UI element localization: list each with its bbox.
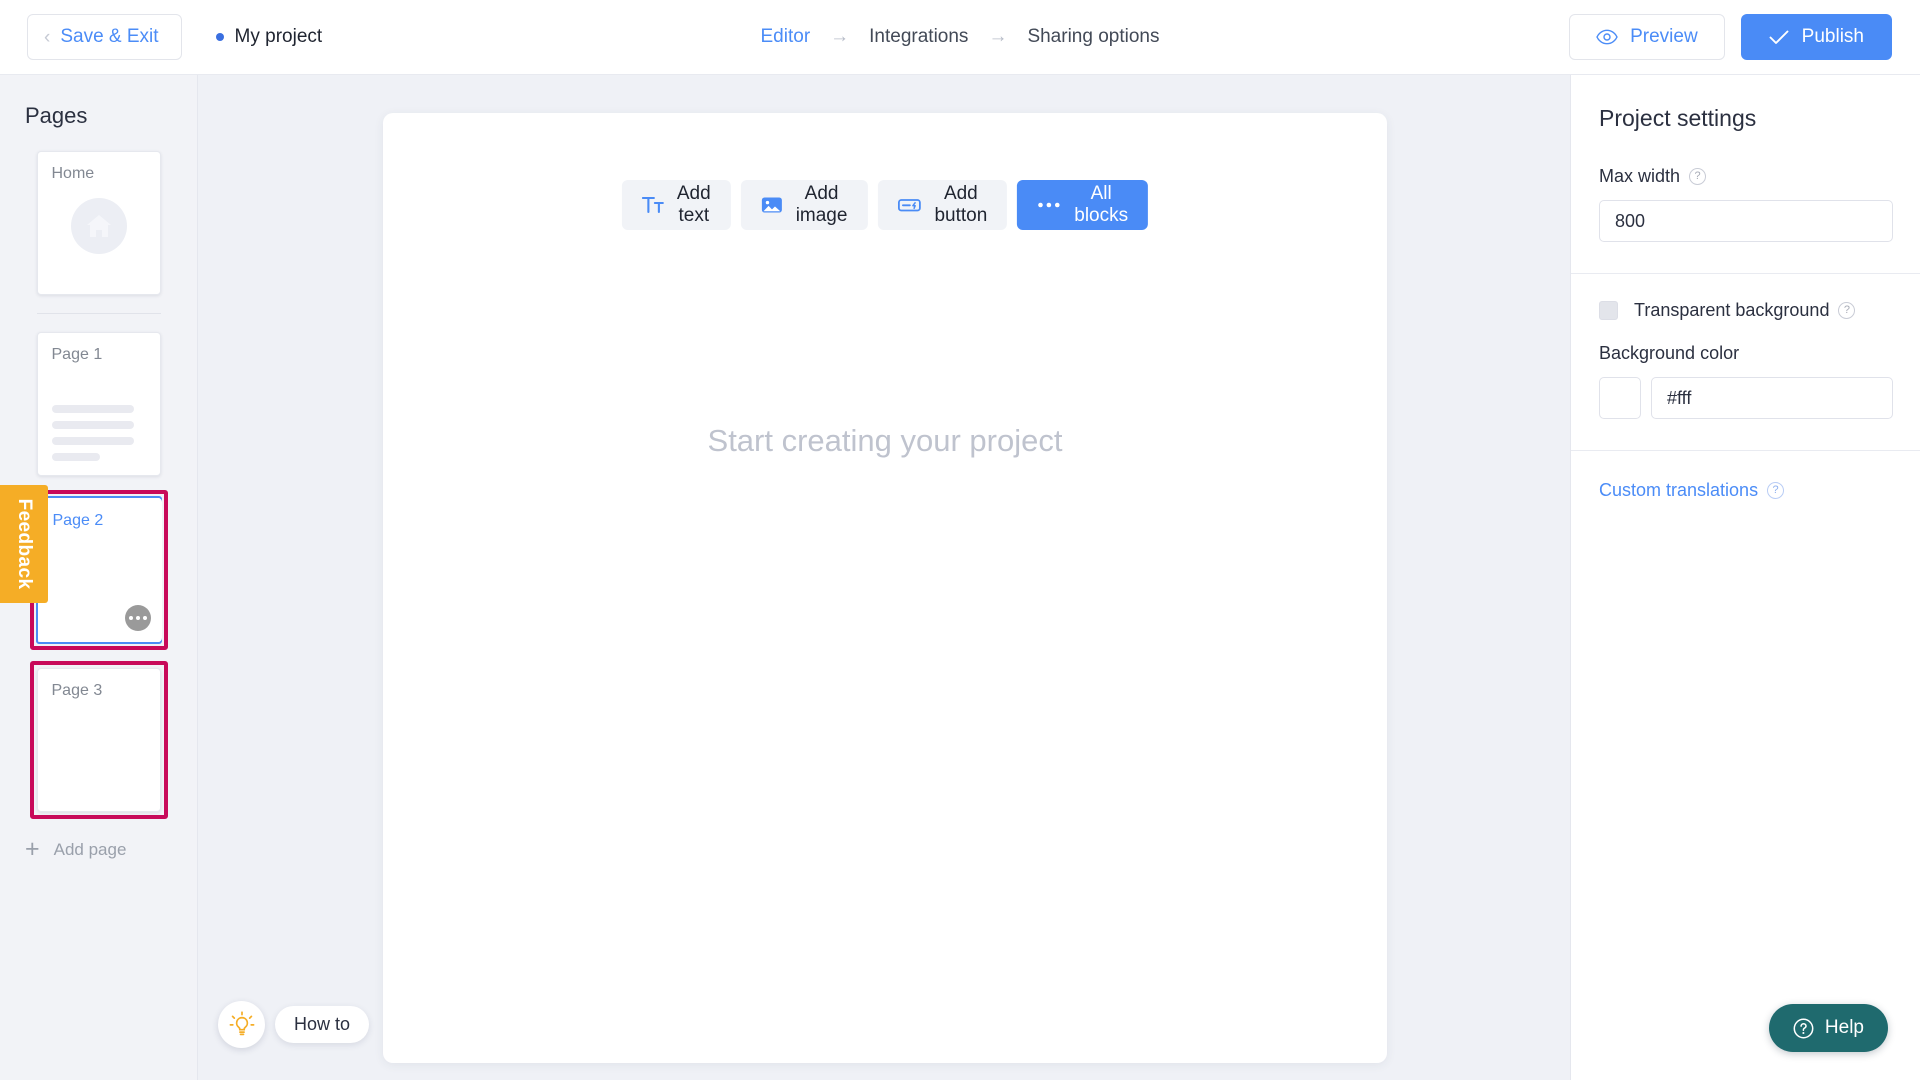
add-button-label: Add button: [934, 183, 988, 226]
transparent-background-label-wrap: Transparent background ?: [1634, 300, 1856, 321]
save-and-exit-button[interactable]: ‹ Save & Exit: [27, 14, 182, 60]
preview-button[interactable]: Preview: [1569, 14, 1725, 60]
max-width-question-mark-icon[interactable]: ?: [1689, 168, 1707, 185]
editor-area: Add text Add image Add button All blocks…: [198, 75, 1570, 1080]
add-page-button[interactable]: + Add page: [25, 837, 197, 862]
add-text-icon: [641, 196, 664, 214]
page-highlight-frame-page-3: Page 3: [29, 661, 168, 819]
eye-icon: [1596, 29, 1618, 45]
top-bar-actions: Preview Publish: [1569, 14, 1892, 60]
add-text-button[interactable]: Add text: [621, 180, 731, 230]
custom-translations-link[interactable]: Custom translations ?: [1599, 480, 1920, 501]
status-dot-icon: [215, 33, 224, 41]
help-circle-icon: [1793, 1018, 1814, 1039]
project-title[interactable]: My project: [215, 26, 323, 48]
page-card-wrap-page-1: Page 1: [36, 332, 161, 476]
check-icon: [1769, 30, 1789, 45]
ellipsis-icon: [1037, 201, 1061, 209]
how-to-label: How to: [294, 1014, 351, 1034]
sidebar-page-home[interactable]: Home: [36, 151, 161, 295]
project-settings-panel: Project settings Max width ? Transparent…: [1570, 75, 1920, 1080]
add-image-icon: [761, 195, 783, 215]
background-color-swatch[interactable]: [1599, 377, 1641, 419]
add-button-button[interactable]: Add button: [877, 180, 1008, 230]
pages-panel-title: Pages: [25, 103, 88, 128]
page-options-more-options-icon[interactable]: [124, 605, 151, 631]
custom-translations-label: Custom translations: [1599, 480, 1759, 500]
all-blocks-button[interactable]: All blocks: [1017, 180, 1149, 230]
settings-divider-1: [1571, 273, 1920, 274]
max-width-label: Max width: [1599, 166, 1681, 186]
preview-label: Preview: [1630, 26, 1698, 47]
page-selection-frame-page-2: Page 2: [35, 496, 162, 644]
transparent-background-question-mark-icon[interactable]: ?: [1838, 302, 1856, 319]
max-width-label-row: Max width ?: [1599, 166, 1920, 187]
project-name-label: My project: [234, 26, 323, 47]
help-button[interactable]: Help: [1768, 1004, 1888, 1052]
background-color-input[interactable]: [1651, 377, 1893, 419]
feedback-tab[interactable]: Feedback: [0, 485, 48, 603]
background-color-label-row: Background color: [1599, 343, 1920, 364]
add-image-button[interactable]: Add image: [740, 180, 868, 230]
chevron-left-icon: ‹: [44, 26, 51, 48]
how-to-widget: How to: [218, 1001, 370, 1048]
page-card-wrap-home: Home: [36, 151, 161, 295]
add-text-label: Add text: [676, 183, 711, 226]
save-and-exit-label: Save & Exit: [60, 26, 159, 47]
page-label-page-1: Page 1: [51, 346, 103, 363]
sidebar-page-page-3[interactable]: Page 3: [36, 668, 161, 812]
transparent-background-label: Transparent background: [1634, 300, 1830, 320]
page-highlight-frame-page-2: Page 2: [29, 490, 168, 650]
page-label-page-2: Page 2: [52, 512, 104, 529]
custom-translations-question-mark-icon[interactable]: ?: [1767, 482, 1785, 499]
plus-icon: +: [25, 835, 40, 863]
page-label-home: Home: [51, 165, 95, 182]
add-button-icon: [897, 196, 921, 214]
home-icon: [70, 197, 127, 254]
transparent-background-checkbox[interactable]: [1599, 301, 1618, 320]
lightbulb-icon[interactable]: [218, 1001, 265, 1048]
add-page-label: Add page: [53, 839, 127, 859]
breadcrumb-item-integrations[interactable]: Integrations: [869, 26, 968, 48]
pages-divider: [36, 313, 161, 314]
feedback-tab-label: Feedback: [14, 498, 35, 590]
breadcrumb-arrow-icon: →: [988, 26, 1008, 47]
breadcrumb-item-editor[interactable]: Editor: [761, 26, 811, 48]
settings-divider-2: [1571, 450, 1920, 451]
add-image-label: Add image: [795, 183, 848, 226]
top-bar: ‹ Save & Exit My project Editor → Integr…: [0, 0, 1920, 75]
sidebar-page-page-2[interactable]: Page 2: [37, 498, 162, 642]
project-settings-title: Project settings: [1599, 105, 1757, 131]
transparent-background-row[interactable]: Transparent background ?: [1599, 300, 1920, 321]
background-color-label: Background color: [1599, 343, 1740, 363]
publish-label: Publish: [1801, 26, 1864, 47]
how-to-button[interactable]: How to: [275, 1006, 370, 1043]
breadcrumb-item-sharing-options[interactable]: Sharing options: [1027, 26, 1159, 48]
publish-button[interactable]: Publish: [1740, 14, 1892, 60]
background-color-row: [1599, 377, 1920, 419]
block-toolbar: Add text Add image Add button All blocks: [621, 180, 1149, 230]
sidebar-page-page-1[interactable]: Page 1: [36, 332, 161, 476]
project-canvas[interactable]: Add text Add image Add button All blocks…: [383, 113, 1387, 1063]
breadcrumb-arrow-icon: →: [830, 26, 850, 47]
page-thumbnail-skeleton: [51, 405, 134, 469]
help-label: Help: [1824, 1017, 1864, 1038]
breadcrumb: Editor → Integrations → Sharing options: [761, 26, 1160, 48]
page-label-page-3: Page 3: [51, 682, 103, 699]
max-width-input[interactable]: [1599, 200, 1893, 242]
canvas-empty-placeholder: Start creating your project: [707, 423, 1063, 458]
app-root: ‹ Save & Exit My project Editor → Integr…: [0, 0, 1920, 1080]
all-blocks-label: All blocks: [1074, 183, 1129, 226]
